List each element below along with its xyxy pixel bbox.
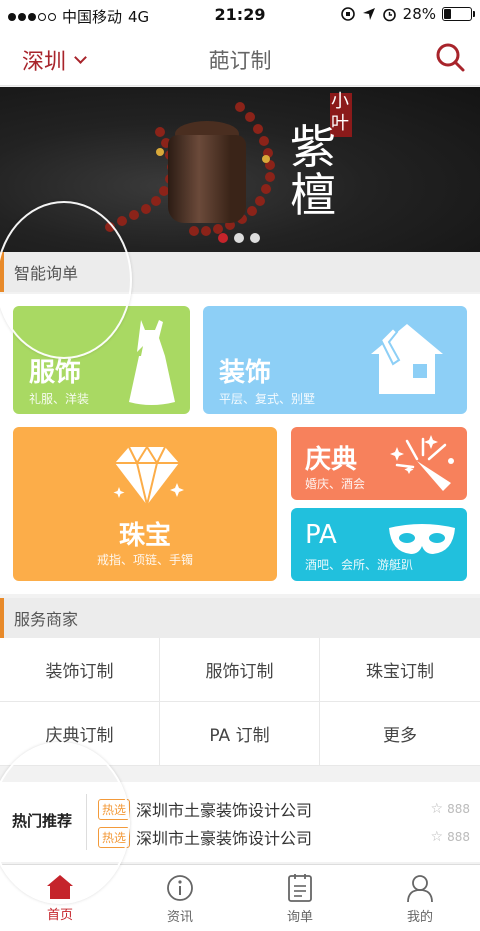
banner-dot[interactable]: [218, 233, 228, 243]
hot-recommend: 热门推荐 热选 深圳市土豪装饰设计公司 ☆ 888 热选 深圳市土豪装饰设计公司…: [0, 782, 480, 862]
status-right: 28%: [340, 5, 475, 23]
divider: [86, 794, 87, 850]
banner-dot[interactable]: [234, 233, 244, 243]
hot-tag: 热选: [98, 826, 131, 848]
user-icon: [407, 875, 433, 903]
hot-item-count: 888: [447, 802, 470, 816]
tab-mine[interactable]: 我的: [360, 865, 480, 931]
tile-subtitle: 婚庆、酒会: [305, 477, 366, 491]
tab-label: 我的: [406, 910, 433, 925]
service-item[interactable]: 装饰订制: [0, 638, 160, 702]
star-icon: ☆: [430, 801, 444, 817]
house-icon: [371, 324, 443, 394]
mask-icon: [389, 524, 455, 554]
tile-pa[interactable]: PA 酒吧、会所、游艇趴: [291, 508, 467, 581]
banner-pagination: [218, 233, 260, 243]
promo-banner[interactable]: 小叶 紫檀: [0, 87, 480, 252]
tile-subtitle: 礼服、洋装: [29, 392, 90, 406]
party-popper-icon: [390, 435, 454, 491]
service-item[interactable]: 珠宝订制: [320, 638, 480, 702]
tab-home[interactable]: 首页: [0, 865, 120, 931]
search-icon[interactable]: [434, 41, 466, 73]
tile-title: 服饰: [29, 358, 82, 388]
battery-icon: [442, 7, 475, 21]
tab-label: 资讯: [166, 910, 193, 925]
rotation-lock-icon: [340, 7, 355, 21]
tile-subtitle: 戒指、项链、手镯: [96, 553, 193, 567]
wooden-jar-image: [168, 135, 246, 223]
hot-item-text: 深圳市土豪装饰设计公司: [136, 801, 313, 820]
tile-title: 庆典: [305, 445, 358, 475]
tile-subtitle: 平层、复式、别墅: [219, 392, 316, 406]
page-title: 葩订制: [208, 49, 272, 73]
diamond-icon: [113, 445, 184, 506]
banner-dot[interactable]: [250, 233, 260, 243]
tile-decoration[interactable]: 装饰 平层、复式、别墅: [203, 306, 467, 414]
tile-celebration[interactable]: 庆典 婚庆、酒会: [291, 427, 467, 500]
section-title: 智能询单: [14, 264, 79, 283]
section-title: 服务商家: [14, 610, 79, 629]
tile-title: 珠宝: [118, 521, 171, 551]
battery-percent: 28%: [402, 5, 436, 23]
banner-big-text: 紫檀: [290, 120, 336, 222]
service-item[interactable]: 庆典订制: [0, 702, 160, 766]
section-header-smart-inquiry: 智能询单: [0, 252, 480, 292]
battery-fill: [444, 9, 451, 19]
star-icon: ☆: [430, 829, 444, 845]
section-accent-bar: [0, 252, 4, 292]
tab-label: 询单: [286, 910, 313, 925]
hot-item[interactable]: 热选 深圳市土豪装饰设计公司 ☆ 888: [98, 796, 470, 822]
hot-tag: 热选: [98, 798, 131, 820]
service-item[interactable]: PA 订制: [160, 702, 320, 766]
nav-bar: 深圳 葩订制: [0, 30, 480, 86]
list-icon: [288, 874, 312, 902]
dress-icon: [129, 320, 175, 405]
hot-item[interactable]: 热选 深圳市土豪装饰设计公司 ☆ 888: [98, 824, 470, 850]
location-icon: [362, 8, 375, 20]
home-icon: [47, 875, 73, 899]
hot-label: 热门推荐: [12, 812, 73, 830]
service-item[interactable]: 服饰订制: [160, 638, 320, 702]
app-page: 中国移动 4G 21:29 28% 深圳 葩订制 小叶 紫檀 智能询单 服饰 礼…: [0, 0, 480, 931]
tab-inquiry[interactable]: 询单: [240, 865, 360, 931]
tile-jewelry[interactable]: 珠宝 戒指、项链、手镯: [13, 427, 277, 581]
tab-bar: 首页 资讯 询单 我的: [0, 864, 480, 931]
section-header-services: 服务商家: [0, 598, 480, 638]
status-bar: 中国移动 4G 21:29 28%: [0, 0, 480, 30]
tile-title: 装饰: [219, 358, 272, 388]
info-icon: [167, 875, 193, 901]
tile-title: PA: [305, 520, 337, 550]
service-grid: 装饰订制 服饰订制 珠宝订制 庆典订制 PA 订制 更多: [0, 638, 480, 766]
tab-label: 首页: [46, 908, 73, 923]
service-item[interactable]: 更多: [320, 702, 480, 766]
tile-clothing[interactable]: 服饰 礼服、洋装: [13, 306, 190, 414]
hot-item-text: 深圳市土豪装饰设计公司: [136, 829, 313, 848]
tab-news[interactable]: 资讯: [120, 865, 240, 931]
section-accent-bar: [0, 598, 4, 638]
category-tiles: 服饰 礼服、洋装 装饰 平层、复式、别墅 珠宝 戒指、项链、手镯 庆典 婚庆、酒…: [0, 294, 480, 594]
alarm-icon: [382, 8, 396, 21]
hot-item-count: 888: [447, 830, 470, 844]
